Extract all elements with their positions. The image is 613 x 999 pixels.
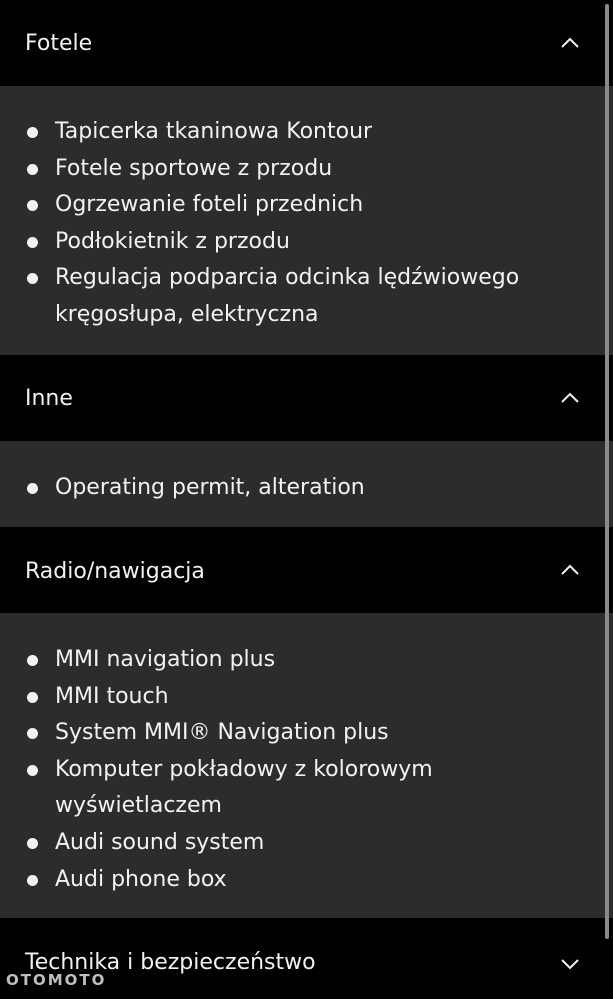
list-item: Podłokietnik z przodu [0,224,613,261]
bullet-icon [27,127,38,138]
bullet-icon [27,764,38,776]
list-item: MMI touch [0,679,613,716]
bullet-icon [27,655,38,666]
chevron-down-icon[interactable] [560,957,580,971]
bullet-icon [27,163,38,175]
bullet-icon [27,200,38,212]
feature-list: Tapicerka tkaninowa Kontour Fotele sport… [0,114,613,334]
section-body-fotele: Tapicerka tkaninowa Kontour Fotele sport… [0,86,613,355]
section-header-radio-nawigacja[interactable]: Radio/nawigacja [0,529,613,613]
bullet-icon [27,483,38,494]
chevron-up-icon[interactable] [560,391,580,405]
section-header-inne[interactable]: Inne [0,357,613,441]
section-title: Radio/nawigacja [25,559,205,584]
list-item: Tapicerka tkaninowa Kontour [0,114,613,151]
list-item: Operating permit, alteration [0,470,613,507]
bullet-icon [27,691,38,703]
otomoto-watermark: OTOMOTO [6,971,107,989]
list-item: Regulacja podparcia odcinka lędźwiowego … [0,260,613,333]
bullet-icon [27,236,38,248]
list-item: MMI navigation plus [0,642,613,679]
chevron-up-icon[interactable] [560,36,580,50]
feature-list: MMI navigation plus MMI touch System MMI… [0,642,613,898]
chevron-up-icon[interactable] [560,563,580,577]
bullet-icon [27,874,38,886]
list-item: Komputer pokładowy z kolorowym wyświetla… [0,752,613,825]
bullet-icon [27,273,38,285]
list-item: Audi sound system [0,825,613,862]
section-header-fotele[interactable]: Fotele [0,0,613,86]
section-body-inne: Operating permit, alteration [0,441,613,527]
section-body-radio-nawigacja: MMI navigation plus MMI touch System MMI… [0,613,613,918]
section-title: Fotele [25,31,93,56]
list-item: System MMI® Navigation plus [0,715,613,752]
list-item: Audi phone box [0,862,613,899]
feature-list: Operating permit, alteration [0,470,613,507]
list-item: Ogrzewanie foteli przednich [0,187,613,224]
bullet-icon [27,837,38,849]
list-item: Fotele sportowe z przodu [0,151,613,188]
section-title: Inne [25,386,73,411]
bullet-icon [27,728,38,740]
scrollbar[interactable] [605,4,609,939]
